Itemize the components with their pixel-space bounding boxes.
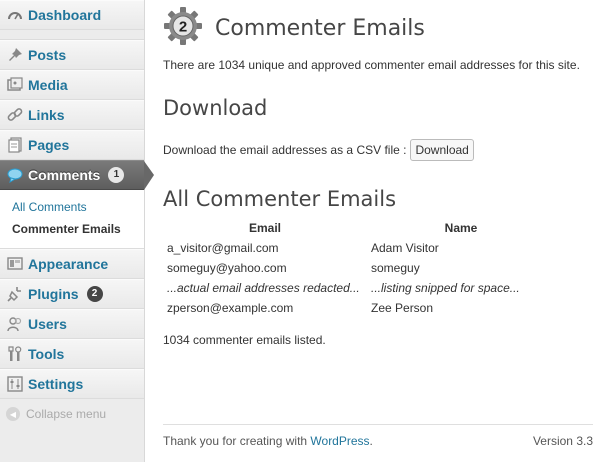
menu-item-appearance[interactable]: Appearance <box>0 249 144 279</box>
submenu-item-all-comments[interactable]: All Comments <box>0 196 144 218</box>
menu-label: Users <box>28 316 67 332</box>
all-emails-heading: All Commenter Emails <box>163 187 397 211</box>
email-count-text: 1034 commenter emails listed. <box>163 333 326 347</box>
gear-icon: 2 <box>163 6 203 51</box>
table-row: zperson@example.com Zee Person <box>163 298 555 318</box>
pin-icon <box>6 46 24 64</box>
collapse-arrow-icon: ◀ <box>6 407 20 421</box>
menu-item-dashboard[interactable]: Dashboard <box>0 0 144 30</box>
menu-item-comments[interactable]: Comments 1 <box>0 160 154 190</box>
footer-thanks-prefix: Thank you for creating with <box>163 434 311 448</box>
menu-label: Comments <box>28 167 101 183</box>
name-cell: someguy <box>371 261 420 275</box>
email-cell: ...actual email addresses redacted... <box>167 281 360 295</box>
menu-item-users[interactable]: Users <box>0 309 144 339</box>
table-row: a_visitor@gmail.com Adam Visitor <box>163 238 555 258</box>
pages-icon <box>6 136 24 154</box>
menu-label: Dashboard <box>28 7 102 23</box>
main-content: 2 Commenter Emails There are 1034 unique… <box>163 0 593 462</box>
menu-label: Plugins <box>28 286 79 302</box>
page-title: Commenter Emails <box>215 16 425 41</box>
menu-item-links[interactable]: Links <box>0 100 144 130</box>
table-row: ...actual email addresses redacted... ..… <box>163 278 555 298</box>
name-cell: Adam Visitor <box>371 241 439 255</box>
download-heading: Download <box>163 96 268 120</box>
menu-label: Pages <box>28 137 70 153</box>
collapse-menu-label: Collapse menu <box>26 407 107 421</box>
comments-submenu: All Comments Commenter Emails <box>0 190 144 249</box>
media-icon <box>6 76 24 94</box>
menu-label: Posts <box>28 47 67 63</box>
download-description: Download the email addresses as a CSV fi… <box>163 143 407 157</box>
menu-label: Appearance <box>28 256 109 272</box>
comment-icon <box>6 166 24 184</box>
menu-label: Links <box>28 107 65 123</box>
plugins-count-badge: 2 <box>86 286 103 302</box>
download-row: Download the email addresses as a CSV fi… <box>163 139 474 161</box>
dashboard-icon <box>6 6 24 24</box>
tools-icon <box>6 345 24 363</box>
column-header-email: Email <box>248 221 281 235</box>
download-csv-button[interactable]: Download <box>410 139 474 161</box>
menu-item-media[interactable]: Media <box>0 70 144 100</box>
collapse-menu-button[interactable]: ◀ Collapse menu <box>0 399 144 429</box>
menu-item-posts[interactable]: Posts <box>0 40 144 70</box>
footer-version: Version 3.3 <box>532 434 593 448</box>
admin-sidebar: Dashboard Posts Media Links Pages Commen… <box>0 0 154 462</box>
footer-thanks: Thank you for creating with WordPress. <box>163 434 373 448</box>
email-cell: someguy@yahoo.com <box>167 261 287 275</box>
email-cell: a_visitor@gmail.com <box>167 241 279 255</box>
table-header-row: Email Name <box>163 218 555 238</box>
name-cell: Zee Person <box>371 301 434 315</box>
menu-item-pages[interactable]: Pages <box>0 130 144 160</box>
menu-item-plugins[interactable]: Plugins 2 <box>0 279 144 309</box>
column-header-name: Name <box>444 221 478 235</box>
users-icon <box>6 315 24 333</box>
submenu-item-commenter-emails[interactable]: Commenter Emails <box>0 218 144 240</box>
link-icon <box>6 106 24 124</box>
gear-number: 2 <box>179 19 187 36</box>
menu-separator <box>0 30 144 40</box>
menu-label: Settings <box>28 376 84 392</box>
menu-label: Tools <box>28 346 65 362</box>
plug-icon <box>6 285 24 303</box>
title-row: 2 Commenter Emails <box>163 6 425 51</box>
table-row: someguy@yahoo.com someguy <box>163 258 555 278</box>
commenter-emails-table: Email Name a_visitor@gmail.com Adam Visi… <box>163 218 555 318</box>
appearance-icon <box>6 255 24 273</box>
comments-count-badge: 1 <box>108 167 125 183</box>
footer-divider <box>163 424 593 425</box>
email-summary-text: There are 1034 unique and approved comme… <box>163 58 580 72</box>
menu-item-settings[interactable]: Settings <box>0 369 144 399</box>
settings-icon <box>6 375 24 393</box>
email-cell: zperson@example.com <box>167 301 294 315</box>
menu-item-tools[interactable]: Tools <box>0 339 144 369</box>
name-cell: ...listing snipped for space... <box>371 281 520 295</box>
footer-thanks-suffix: . <box>369 434 373 448</box>
wordpress-link[interactable]: WordPress <box>310 434 369 448</box>
menu-label: Media <box>28 77 68 93</box>
